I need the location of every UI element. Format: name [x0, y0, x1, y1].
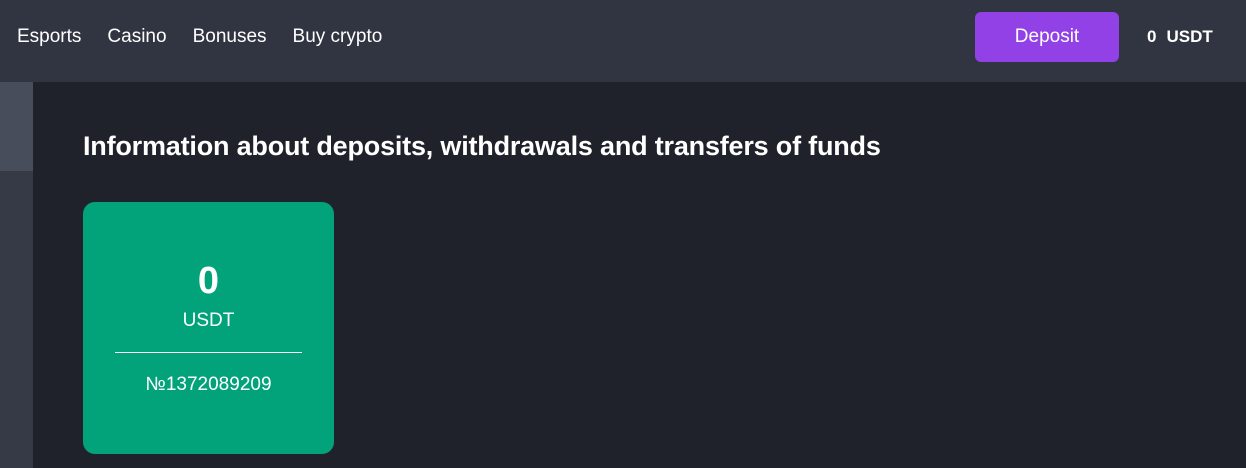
deposit-button[interactable]: Deposit [975, 12, 1119, 62]
main-nav: Esports Casino Bonuses Buy crypto [0, 0, 395, 74]
account-number: №1372089209 [145, 374, 272, 395]
nav-item-esports[interactable]: Esports [0, 26, 94, 48]
nav-item-bonuses[interactable]: Bonuses [180, 26, 280, 48]
account-currency: USDT [182, 310, 235, 331]
sidebar-active-item[interactable] [0, 82, 33, 171]
account-card[interactable]: 0 USDT №1372089209 [83, 202, 334, 454]
card-divider [115, 352, 302, 353]
account-balance-amount: 0 [197, 260, 220, 302]
balance-currency: USDT [1166, 27, 1213, 46]
balance-display[interactable]: 0 USDT [1147, 12, 1213, 62]
top-bar: Esports Casino Bonuses Buy crypto Deposi… [0, 0, 1246, 82]
balance-amount: 0 [1147, 27, 1157, 46]
nav-item-casino[interactable]: Casino [94, 26, 179, 48]
nav-item-buy-crypto[interactable]: Buy crypto [280, 26, 396, 48]
sidebar [0, 82, 33, 468]
page-title: Information about deposits, withdrawals … [83, 131, 881, 161]
